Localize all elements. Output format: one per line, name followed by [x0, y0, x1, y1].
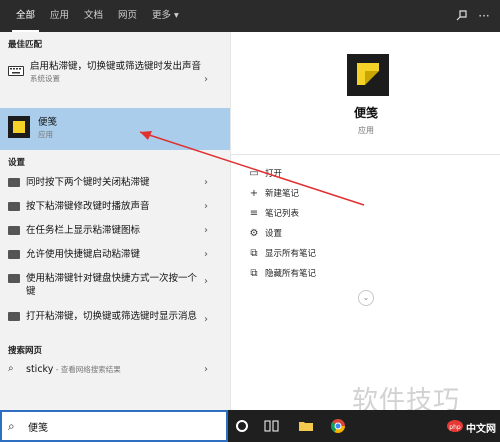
tab-more[interactable]: 更多 ▾	[152, 0, 179, 32]
brand-label: 中文网	[466, 424, 496, 435]
web-search-sub: - 查看网络搜索结果	[53, 365, 121, 374]
tab-web[interactable]: 网页	[118, 0, 137, 32]
result-item-sticky-keys-sound[interactable]: 启用粘滞键，切换键或筛选键时发出声音 系统设置 ›	[0, 58, 230, 102]
more-options-icon[interactable]: ···	[476, 8, 492, 24]
open-icon: ▭	[249, 168, 259, 179]
plus-icon: +	[249, 188, 259, 199]
svg-text:php: php	[449, 424, 461, 431]
action-label: 隐藏所有笔记	[265, 269, 317, 279]
chevron-right-icon[interactable]: ›	[204, 178, 212, 188]
result-item-sub: 应用	[38, 130, 53, 139]
action-hide-all[interactable]: ⧉ 隐藏所有笔记	[249, 268, 449, 282]
settings-heading: 设置	[8, 158, 26, 168]
settings-item[interactable]: 在任务栏上显示粘滞键图标 ›	[0, 220, 230, 242]
settings-item-label: 在任务栏上显示粘滞键图标	[26, 225, 141, 236]
task-view-icon[interactable]	[264, 418, 280, 434]
expand-chevron-icon[interactable]: ⌄	[358, 290, 374, 306]
chevron-right-icon[interactable]: ›	[204, 226, 212, 236]
taskbar-search-box[interactable]: ⌕ 便笺	[0, 410, 228, 442]
action-settings[interactable]: ⚙ 设置	[249, 228, 449, 242]
chevron-right-icon[interactable]: ›	[204, 315, 212, 325]
keyboard-icon	[8, 226, 20, 235]
keyboard-icon	[8, 66, 24, 76]
sticky-notes-large-icon	[347, 54, 389, 96]
settings-item-label: 打开粘滞键，切换键或筛选键时显示消息	[26, 311, 198, 322]
gear-icon: ⚙	[249, 228, 259, 239]
action-show-all[interactable]: ⧉ 显示所有笔记	[249, 248, 449, 262]
search-icon: ⌕	[8, 419, 15, 433]
action-label: 设置	[265, 229, 283, 239]
hide-notes-icon: ⧉	[250, 268, 258, 279]
action-open[interactable]: ▭ 打开	[249, 168, 449, 182]
action-notes-list[interactable]: ≡ 笔记列表	[249, 208, 449, 222]
best-match-heading: 最佳匹配	[8, 40, 43, 50]
search-header: 全部 应用 文档 网页 更多 ▾ ···	[0, 0, 500, 32]
show-notes-icon: ⧉	[250, 248, 258, 259]
keyboard-icon	[8, 250, 20, 259]
search-input[interactable]: 便笺	[28, 419, 48, 434]
action-label: 笔记列表	[265, 209, 300, 219]
search-icon: ⌕	[8, 363, 14, 374]
action-label: 显示所有笔记	[265, 249, 317, 259]
sticky-notes-app-icon	[8, 116, 30, 138]
result-item-label: 便笺	[38, 117, 58, 128]
keyboard-icon	[8, 202, 20, 211]
web-search-query: sticky	[26, 364, 54, 375]
results-panel: 最佳匹配 启用粘滞键，切换键或筛选键时发出声音 系统设置 › 便笺 应用 设置 …	[0, 32, 230, 410]
preview-app-name: 便笺	[353, 106, 378, 120]
divider	[231, 154, 500, 155]
chevron-right-icon[interactable]: ›	[204, 250, 212, 260]
chevron-right-icon[interactable]: ›	[204, 277, 212, 287]
keyboard-icon	[8, 178, 20, 187]
action-new-note[interactable]: + 新建笔记	[249, 188, 449, 202]
settings-item-label: 允许使用快捷键启动粘滞键	[26, 249, 141, 260]
web-search-heading: 搜索网页	[8, 346, 43, 356]
preview-panel: 便笺 应用 ▭ 打开 + 新建笔记 ≡ 笔记列表 ⚙ 设置 ⧉ 显示所有笔记 ⧉…	[230, 32, 500, 410]
action-label: 新建笔记	[265, 189, 300, 199]
settings-item-label: 按下粘滞键修改键时播放声音	[26, 201, 150, 212]
keyboard-icon	[8, 274, 20, 283]
result-item-label: 启用粘滞键，切换键或筛选键时发出声音	[30, 61, 202, 72]
tab-apps[interactable]: 应用	[50, 0, 69, 32]
result-item-sub: 系统设置	[30, 74, 60, 83]
file-explorer-icon[interactable]	[298, 418, 314, 434]
chevron-right-icon[interactable]: ›	[204, 75, 212, 85]
feedback-icon[interactable]	[454, 8, 470, 24]
settings-item[interactable]: 同时按下两个键时关闭粘滞键 ›	[0, 172, 230, 194]
cortana-icon[interactable]	[236, 420, 248, 432]
settings-item-label: 使用粘滞键针对键盘快捷方式一次按一个键	[26, 273, 198, 297]
chevron-right-icon[interactable]: ›	[204, 365, 212, 375]
tab-all[interactable]: 全部	[11, 0, 40, 32]
action-label: 打开	[265, 169, 283, 179]
php-logo-icon: php	[446, 418, 463, 434]
keyboard-icon	[8, 312, 20, 321]
settings-item-label: 同时按下两个键时关闭粘滞键	[26, 177, 150, 188]
web-search-item[interactable]: ⌕ sticky - 查看网络搜索结果 ›	[0, 360, 230, 380]
list-icon: ≡	[249, 208, 259, 219]
result-item-sticky-notes[interactable]: 便笺 应用	[0, 108, 230, 150]
preview-app-type: 应用	[358, 126, 374, 135]
tab-documents[interactable]: 文档	[84, 0, 103, 32]
settings-item[interactable]: 允许使用快捷键启动粘滞键 ›	[0, 244, 230, 266]
chrome-icon[interactable]	[330, 418, 346, 434]
settings-item[interactable]: 使用粘滞键针对键盘快捷方式一次按一个键 ›	[0, 268, 230, 302]
chevron-right-icon[interactable]: ›	[204, 202, 212, 212]
settings-item[interactable]: 打开粘滞键，切换键或筛选键时显示消息 ›	[0, 306, 230, 340]
settings-item[interactable]: 按下粘滞键修改键时播放声音 ›	[0, 196, 230, 218]
